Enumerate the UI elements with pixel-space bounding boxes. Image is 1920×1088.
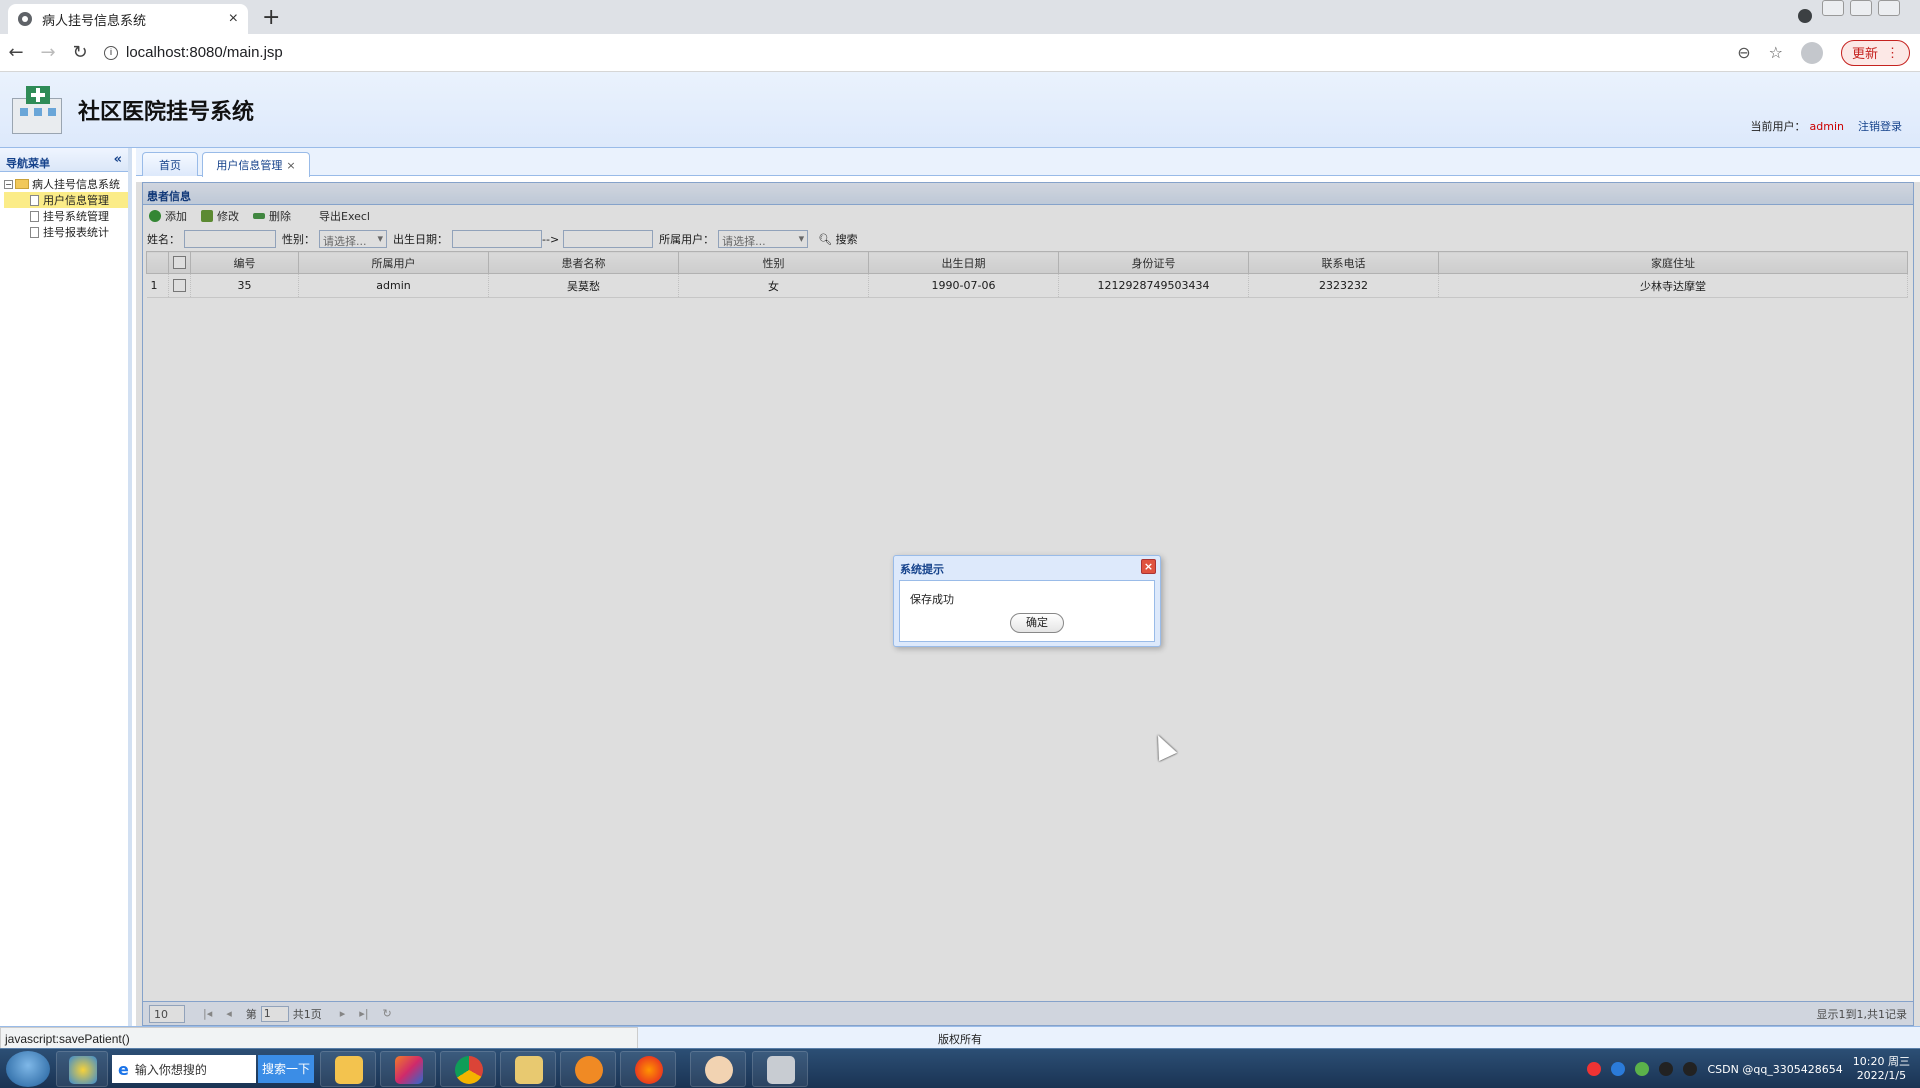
folder-icon[interactable] [320,1051,376,1087]
tree-root-label: 病人挂号信息系统 [32,178,120,191]
footer: javascript:savePatient() 版权所有 [0,1026,1920,1049]
dialog-message: 保存成功 [910,593,954,606]
file-icon [30,226,39,238]
collapse-node-icon[interactable]: − [4,179,13,189]
dialog-title: 系统提示 × [894,556,1160,578]
nav-item-label: 挂号报表统计 [43,226,109,239]
url-field[interactable]: i localhost:8080/main.jsp [104,38,1737,68]
nav-item-label: 挂号系统管理 [43,210,109,223]
tree-root[interactable]: − 病人挂号信息系统 [4,176,128,192]
minimize-button[interactable] [1822,0,1844,16]
browser-status: javascript:savePatient() [0,1027,638,1049]
nav-item-label: 用户信息管理 [43,194,109,207]
tab-home[interactable]: 首页 [142,152,198,176]
user-info: 当前用户： admin 注销登录 [1751,118,1902,134]
chrome-icon[interactable] [440,1051,496,1087]
input-method-icon[interactable] [1587,1062,1602,1076]
nav-item-registration[interactable]: 挂号系统管理 [4,208,128,224]
profile-avatar-icon[interactable] [1800,41,1823,64]
dialog-body: 保存成功 确定 [899,580,1155,642]
browser-tab-title: 病人挂号信息系统 [42,12,147,28]
ok-button[interactable]: 确定 [1010,613,1064,633]
file-icon [30,194,39,206]
globe-icon [18,12,32,26]
intellij-icon[interactable] [380,1051,436,1087]
address-bar: ← → ↻ i localhost:8080/main.jsp ⊖ ☆ 更新 ⋮ [0,34,1920,72]
window-controls [1822,0,1900,16]
tab-search-icon[interactable] [1798,9,1812,23]
reload-icon[interactable]: ↻ [64,42,96,63]
system-tray: CSDN @qq_3305428654 10:20 周三 2022/1/5 [1587,1053,1910,1085]
browser-tabbar: 病人挂号信息系统 × + [0,0,1920,34]
zoom-icon[interactable]: ⊖ [1737,43,1750,62]
star-icon[interactable]: ☆ [1769,43,1783,62]
app-360-icon[interactable] [56,1051,108,1087]
close-tab-icon[interactable]: × [229,10,238,28]
settings-gear-icon[interactable] [560,1051,616,1087]
browser-tab[interactable]: 病人挂号信息系统 × [8,4,248,34]
file-icon [30,210,39,222]
tab-user-info-label: 用户信息管理 [216,159,283,172]
restore-button[interactable] [1850,0,1872,16]
copyright: 版权所有 [938,1033,982,1046]
ie-icon: e [118,1059,129,1079]
tab-user-info[interactable]: 用户信息管理 × [202,152,310,177]
clock-time: 10:20 周三 [1852,1055,1910,1068]
tab-home-label: 首页 [159,158,181,172]
more-icon: ⋮ [1886,44,1899,60]
qq-icon[interactable] [1683,1062,1698,1076]
clock[interactable]: 10:20 周三 2022/1/5 [1853,1055,1910,1083]
start-button[interactable] [6,1051,50,1087]
close-window-button[interactable] [1878,0,1900,16]
info-icon[interactable]: i [104,45,118,60]
forward-icon[interactable]: → [32,42,64,63]
content-tabs: 首页 用户信息管理 × [136,148,1920,177]
left-nav: 导航菜单 « − 病人挂号信息系统 用户信息管理 挂号系统管理 挂号报表统计 [0,148,132,1026]
detective-app-icon[interactable] [690,1051,746,1087]
app-title: 社区医院挂号系统 [78,100,255,125]
battery-icon[interactable] [1635,1062,1650,1076]
close-icon[interactable]: × [1141,559,1156,574]
taskbar-search-input[interactable]: e 输入你想搜的 [112,1055,256,1083]
taskbar-search-button[interactable]: 搜索一下 [258,1055,314,1083]
current-user-name: admin [1809,120,1844,133]
nav-tree: − 病人挂号信息系统 用户信息管理 挂号系统管理 挂号报表统计 [0,172,128,240]
current-user-label: 当前用户： [1750,120,1806,133]
back-icon[interactable]: ← [0,42,32,63]
nav-item-report[interactable]: 挂号报表统计 [4,224,128,240]
nav-item-user-info[interactable]: 用户信息管理 [4,192,128,208]
nav-header-label: 导航菜单 [6,157,50,170]
collapse-icon[interactable]: « [114,152,122,167]
close-tab-icon[interactable]: × [286,159,295,172]
new-tab-button[interactable]: + [262,5,280,30]
app-header: 社区医院挂号系统 当前用户： admin 注销登录 [0,72,1920,148]
logout-link[interactable]: 注销登录 [1858,120,1902,133]
tray-watermark: CSDN @qq_3305428654 [1707,1062,1843,1076]
hospital-logo-icon [6,84,70,138]
taskbar: e 输入你想搜的 搜索一下 CSDN @qq_3305428654 10:20 … [0,1048,1920,1088]
system-dialog: 系统提示 × 保存成功 确定 [893,555,1161,647]
folder-icon [15,179,29,189]
clock-date: 2022/1/5 [1856,1069,1907,1082]
update-button[interactable]: 更新 ⋮ [1840,39,1910,66]
help-icon[interactable] [1611,1062,1626,1076]
nav-header: 导航菜单 « [0,148,128,172]
firefox-icon[interactable] [620,1051,676,1087]
file-explorer-icon[interactable] [500,1051,556,1087]
qq-icon[interactable] [1659,1062,1674,1076]
remote-desktop-icon[interactable] [752,1051,808,1087]
url-text: localhost:8080/main.jsp [126,44,283,61]
